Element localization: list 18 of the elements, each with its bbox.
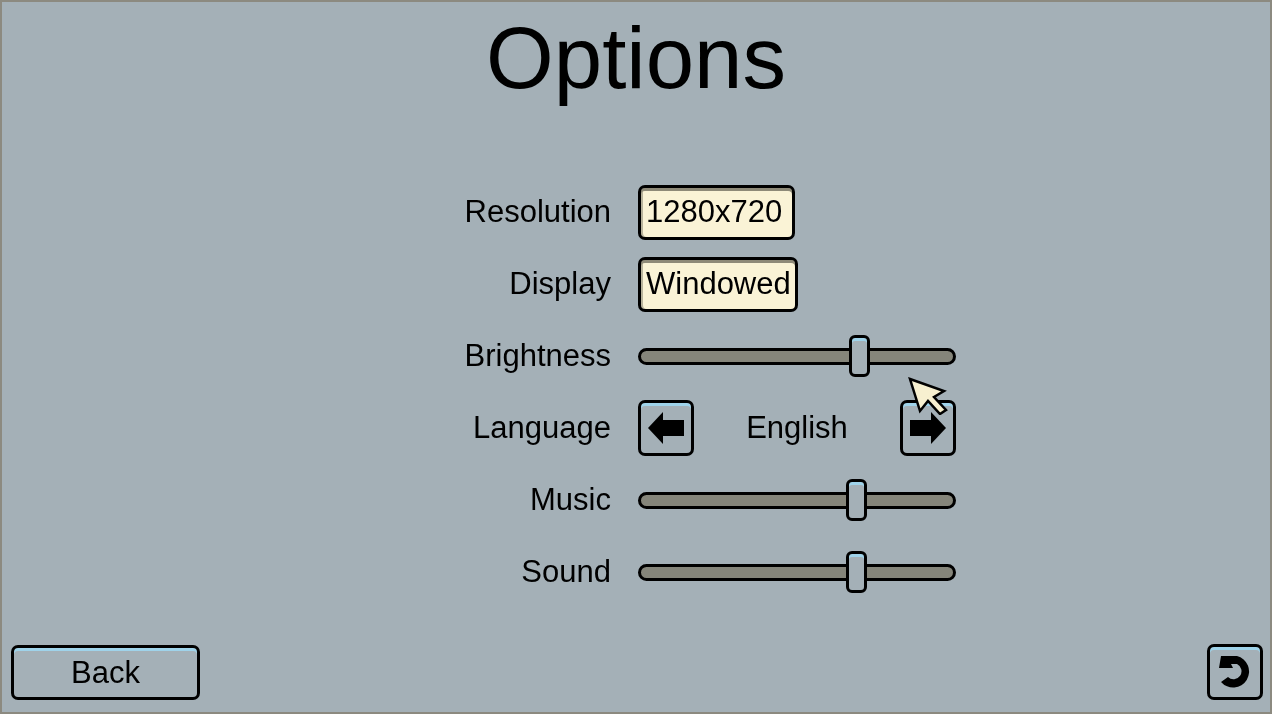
setting-label: Sound <box>521 554 611 590</box>
next-button[interactable] <box>900 400 956 456</box>
setting-label: Display <box>509 266 611 302</box>
value-field[interactable]: 1280x720 <box>638 184 795 240</box>
value-field[interactable]: Windowed <box>638 256 798 312</box>
slider-handle[interactable] <box>849 335 871 377</box>
page-title: Options <box>486 8 786 108</box>
setting-label: Brightness <box>464 338 611 374</box>
selector-value: English <box>746 410 848 446</box>
previous-button[interactable] <box>638 400 694 456</box>
reset-button[interactable] <box>1207 644 1263 700</box>
slider-handle[interactable] <box>846 479 868 521</box>
setting-label: Resolution <box>464 194 611 230</box>
slider-handle[interactable] <box>846 551 868 593</box>
setting-label: Language <box>473 410 611 446</box>
setting-label: Music <box>530 482 611 518</box>
back-button[interactable]: Back <box>11 645 200 700</box>
mouse-pointer-icon <box>908 377 948 415</box>
